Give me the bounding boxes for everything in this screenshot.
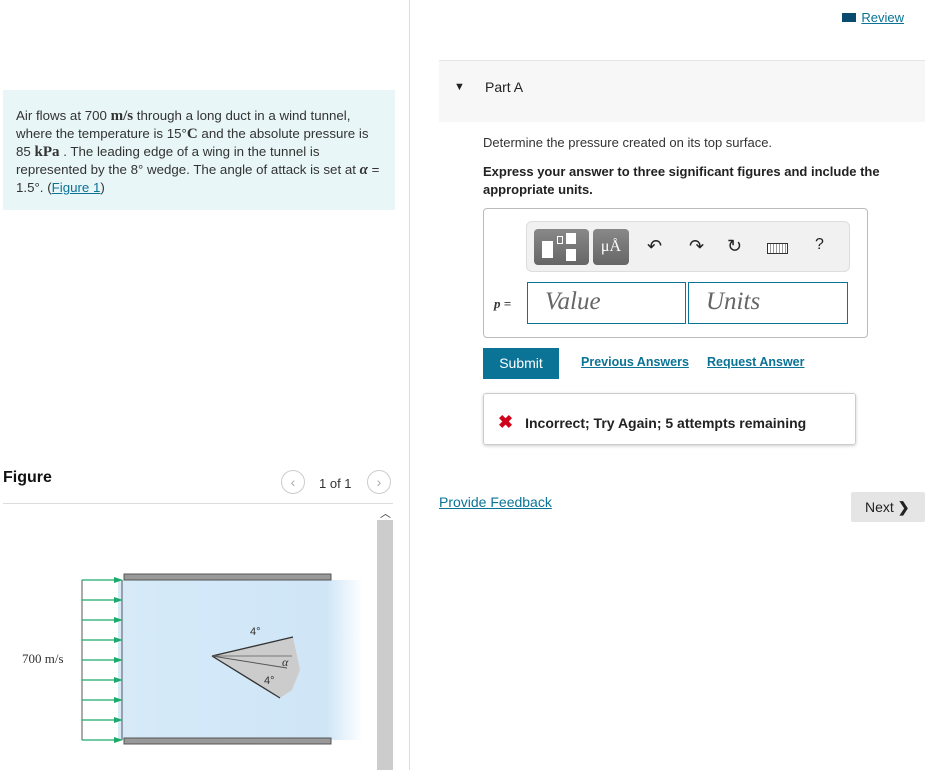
figure-scrollbar[interactable]: ︿ bbox=[377, 505, 393, 770]
scroll-up-icon[interactable]: ︿ bbox=[380, 505, 391, 521]
units-input[interactable]: Units bbox=[688, 282, 848, 324]
prev-figure-button[interactable]: ‹ bbox=[281, 470, 305, 494]
review-link[interactable]: Review bbox=[842, 10, 904, 25]
request-answer-link[interactable]: Request Answer bbox=[707, 355, 804, 369]
templates-button[interactable] bbox=[534, 229, 589, 265]
duct-top-wall bbox=[123, 573, 332, 581]
help-icon[interactable]: ? bbox=[815, 236, 824, 254]
duct-bottom-wall bbox=[123, 737, 332, 745]
next-button[interactable]: Next ❯ bbox=[851, 492, 925, 522]
units-button[interactable]: μÅ bbox=[593, 229, 629, 265]
reset-icon[interactable]: ↻ bbox=[727, 236, 742, 257]
part-title: Part A bbox=[485, 79, 524, 95]
angle-top-label: 4° bbox=[250, 626, 261, 638]
book-icon bbox=[842, 13, 857, 22]
feedback-message: ✖ Incorrect; Try Again; 5 attempts remain… bbox=[483, 393, 856, 445]
scroll-thumb[interactable] bbox=[377, 520, 393, 770]
velocity-label: 700 m/s bbox=[22, 651, 64, 666]
value-input[interactable]: Value bbox=[527, 282, 686, 324]
figure-title: Figure bbox=[3, 469, 52, 486]
next-figure-button[interactable]: › bbox=[367, 470, 391, 494]
part-a-header[interactable]: ▼ Part A bbox=[439, 60, 925, 122]
chevron-right-icon: ❯ bbox=[897, 499, 910, 515]
panel-divider bbox=[409, 0, 410, 770]
velocity-arrows bbox=[82, 577, 123, 743]
submit-button[interactable]: Submit bbox=[483, 348, 559, 379]
collapse-triangle-icon: ▼ bbox=[454, 81, 465, 93]
question-text: Determine the pressure created on its to… bbox=[483, 135, 773, 150]
angle-bottom-label: 4° bbox=[264, 675, 275, 687]
problem-statement: Air flows at 700 m/s through a long duct… bbox=[3, 90, 395, 210]
wind-tunnel-figure: 700 m/s 4° 4° α bbox=[22, 573, 363, 745]
redo-icon[interactable]: ↷ bbox=[689, 236, 704, 257]
undo-icon[interactable]: ↶ bbox=[647, 236, 662, 257]
figure-divider bbox=[3, 503, 393, 504]
answer-label: p = bbox=[494, 296, 512, 311]
figure-pager: 1 of 1 bbox=[319, 476, 352, 491]
previous-answers-link[interactable]: Previous Answers bbox=[581, 355, 689, 369]
keyboard-icon[interactable] bbox=[767, 243, 788, 254]
alpha-label: α bbox=[282, 655, 289, 669]
math-toolbar: μÅ ↶ ↷ ↻ ? bbox=[526, 221, 850, 272]
figure-link[interactable]: Figure 1 bbox=[52, 180, 101, 195]
provide-feedback-link[interactable]: Provide Feedback bbox=[439, 494, 552, 510]
instruction-text: Express your answer to three significant… bbox=[483, 164, 880, 197]
x-icon: ✖ bbox=[498, 412, 514, 432]
